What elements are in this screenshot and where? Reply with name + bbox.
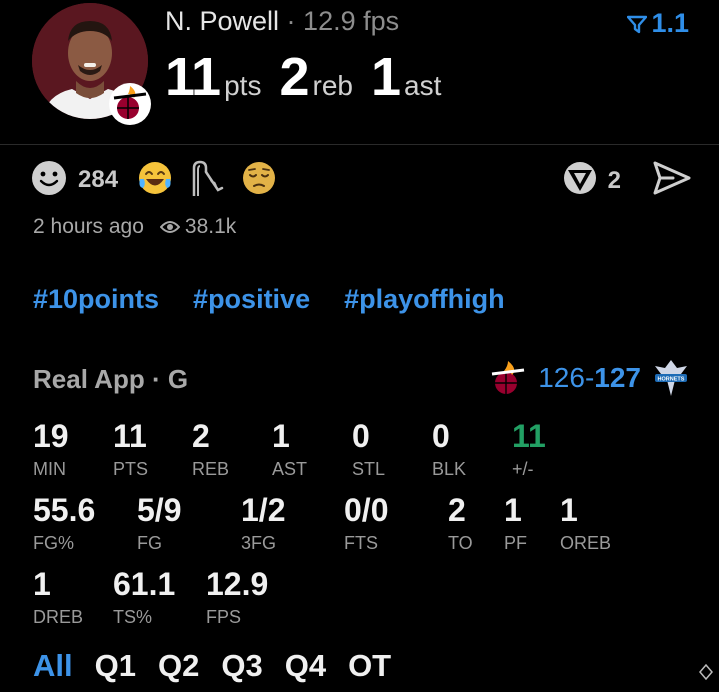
score-left: 126 xyxy=(538,362,585,393)
stat-min-label: MIN xyxy=(33,459,66,479)
stat-to-value: 2 xyxy=(448,492,466,528)
cane-icon[interactable] xyxy=(188,158,226,203)
stat-oreb-label: OREB xyxy=(560,533,612,553)
pensive-face-icon[interactable] xyxy=(240,159,278,202)
stat-tspct-label: TS% xyxy=(113,607,153,627)
hashtag-10points[interactable]: #10points xyxy=(33,284,159,315)
score-right: 127 xyxy=(594,362,641,393)
headline-reb-unit: reb xyxy=(312,70,353,101)
reaction-bar: 284 xyxy=(30,158,278,202)
header-divider xyxy=(0,144,719,145)
filter-badge[interactable]: 1.1 xyxy=(627,8,689,39)
view-count: 38.1k xyxy=(184,215,237,238)
tab-all[interactable]: All xyxy=(33,648,73,684)
post-meta: 2 hours ago 38.1k xyxy=(33,215,236,239)
hashtag-positive[interactable]: #positive xyxy=(193,284,310,315)
stat-3fg-value: 1/2 xyxy=(241,492,286,528)
comment-logo-icon[interactable] xyxy=(562,160,598,201)
views: 38.1k xyxy=(159,215,237,239)
post-actions: 2 xyxy=(562,160,691,201)
stat-fgpct-value: 55.6 xyxy=(33,492,96,528)
stat-reb-value: 2 xyxy=(192,418,210,454)
stat-fg-label: FG xyxy=(137,533,162,553)
tab-ot[interactable]: OT xyxy=(348,648,391,684)
tab-q3[interactable]: Q3 xyxy=(221,648,262,684)
stat-pts-label: PTS xyxy=(113,459,149,479)
tab-q1[interactable]: Q1 xyxy=(95,648,136,684)
stat-3fg-label: 3FG xyxy=(241,533,277,553)
stat-fgpct-label: FG% xyxy=(33,533,75,553)
stat-ast-label: AST xyxy=(272,459,308,479)
eye-icon xyxy=(159,221,180,233)
headline-stats: 11 pts 2 reb 1 ast xyxy=(165,46,459,108)
stat-stl-value: 0 xyxy=(352,418,370,454)
stat-dreb-label: DREB xyxy=(33,607,84,627)
headline-pts-unit: pts xyxy=(224,70,262,101)
game-score[interactable]: 126-127 HORNETS xyxy=(490,358,691,398)
hornets-logo-icon: HORNETS xyxy=(655,360,687,396)
stat-fps-label: FPS xyxy=(206,607,242,627)
headline-pts-value: 11 xyxy=(165,47,221,107)
stat-fg-value: 5/9 xyxy=(137,492,182,528)
smile-reaction-icon[interactable] xyxy=(30,159,68,202)
send-icon[interactable] xyxy=(653,161,691,200)
player-fps: 12.9 fps xyxy=(303,6,400,36)
stat-plusminus-label: +/- xyxy=(512,459,534,479)
stat-ast-value: 1 xyxy=(272,418,290,454)
smile-reaction-count: 284 xyxy=(78,166,119,193)
comment-count: 2 xyxy=(607,166,621,194)
headline-reb-value: 2 xyxy=(279,47,309,107)
watermark-icon xyxy=(699,663,713,681)
stat-stl-label: STL xyxy=(352,459,386,479)
stat-pf-value: 1 xyxy=(504,492,522,528)
stat-blk-label: BLK xyxy=(432,459,467,479)
hashtag-playoffhigh[interactable]: #playoffhigh xyxy=(344,284,505,315)
headline-ast-value: 1 xyxy=(370,47,401,107)
hornets-logo-text: HORNETS xyxy=(658,377,685,383)
stat-pf-label: PF xyxy=(504,533,528,553)
stat-fts-label: FTS xyxy=(344,533,378,553)
stat-dreb-value: 1 xyxy=(33,566,51,602)
tab-q2[interactable]: Q2 xyxy=(158,648,199,684)
stat-fps-value: 12.9 xyxy=(206,566,269,602)
game-source: Real App · G xyxy=(33,364,189,394)
stat-fts-value: 0/0 xyxy=(344,492,389,528)
tab-q4[interactable]: Q4 xyxy=(285,648,326,684)
stat-reb-label: REB xyxy=(192,459,230,479)
team-logo-icon xyxy=(108,82,152,126)
score-text: 126-127 xyxy=(538,362,641,394)
laughing-tears-emoji-icon[interactable] xyxy=(136,159,174,202)
heat-logo-icon xyxy=(492,361,525,394)
hashtag-list: #10points #positive #playoffhigh xyxy=(33,284,505,315)
stat-min-value: 19 xyxy=(33,418,69,454)
title-separator: · xyxy=(279,6,304,36)
player-name[interactable]: N. Powell xyxy=(165,6,279,36)
filter-badge-value: 1.1 xyxy=(651,8,689,38)
score-dash: - xyxy=(584,362,595,393)
player-title: N. Powell · 12.9 fps xyxy=(165,6,399,37)
stat-to-label: TO xyxy=(448,533,473,553)
post-time: 2 hours ago xyxy=(33,215,144,238)
stat-plusminus-value: 11 xyxy=(512,418,546,454)
period-tabs: All Q1 Q2 Q3 Q4 OT xyxy=(33,648,391,684)
stat-tspct-value: 61.1 xyxy=(113,566,176,602)
stat-oreb-value: 1 xyxy=(560,492,578,528)
headline-ast-unit: ast xyxy=(404,70,442,101)
stat-blk-value: 0 xyxy=(432,418,450,454)
filter-funnel-icon xyxy=(627,15,648,34)
stat-pts-value: 11 xyxy=(113,418,147,454)
